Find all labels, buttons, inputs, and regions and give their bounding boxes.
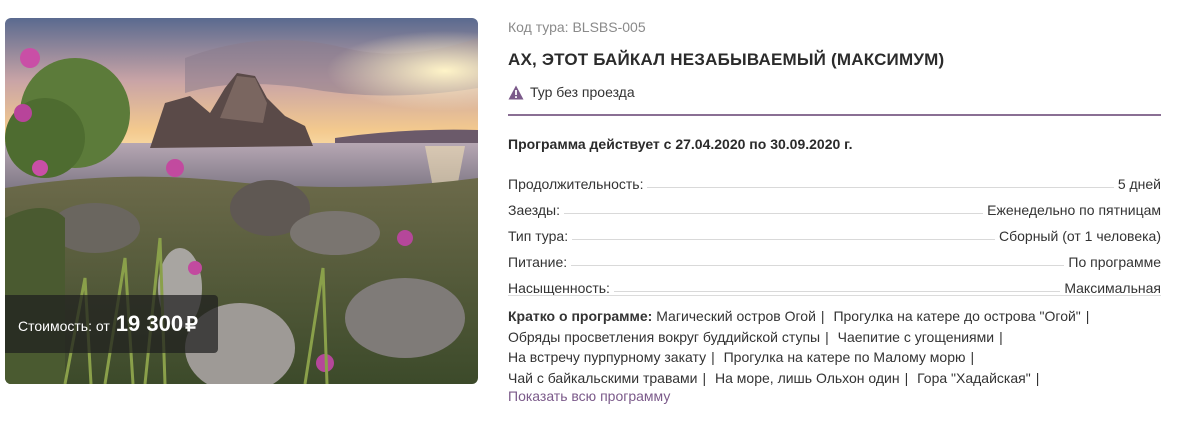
tour-photo[interactable]: Стоимость: от 19 300 ₽ — [5, 18, 478, 384]
summary-title: Кратко о программе: — [508, 308, 653, 324]
summary-separator: | — [970, 349, 975, 365]
summary-separator: | — [820, 308, 825, 324]
params-divider — [508, 295, 1161, 296]
tour-params-list: Продолжительность: 5 дней Заезды: Еженед… — [508, 166, 1161, 296]
param-row-departures: Заезды: Еженедельно по пятницам — [508, 192, 1161, 218]
dotted-leader — [563, 213, 984, 214]
dotted-leader — [613, 291, 1061, 292]
summary-separator: | — [999, 328, 1003, 345]
warning-triangle-icon — [508, 85, 524, 99]
param-row-duration: Продолжительность: 5 дней — [508, 166, 1161, 192]
param-row-tour-type: Тип тура: Сборный (от 1 человека) — [508, 218, 1161, 244]
summary-item: Прогулка на катере до острова "Огой" — [833, 308, 1081, 324]
param-row-meals: Питание: По программе — [508, 244, 1161, 270]
header-divider — [508, 114, 1161, 116]
price-label: Стоимость: от — [18, 318, 110, 334]
summary-separator: | — [1035, 369, 1040, 386]
transport-notice: Тур без проезда — [508, 84, 635, 100]
summary-separator: | — [702, 369, 707, 386]
tour-title[interactable]: АХ, ЭТОТ БАЙКАЛ НЕЗАБЫВАЕМЫЙ (МАКСИМУМ) — [508, 50, 944, 70]
param-value: 5 дней — [1117, 176, 1161, 192]
param-label: Тип тура: — [508, 228, 569, 244]
param-row-intensity: Насыщенность: Максимальная — [508, 270, 1161, 296]
param-value: Максимальная — [1064, 280, 1161, 296]
summary-item: Магический остров Огой — [656, 308, 816, 324]
summary-separator: | — [904, 369, 909, 386]
tour-code: Код тура: BLSBS-005 — [508, 19, 646, 35]
summary-item: На встречу пурпурному закату — [508, 349, 707, 365]
program-summary: Кратко о программе: Магический остров Ог… — [508, 306, 1161, 388]
param-value: Сборный (от 1 человека) — [999, 228, 1161, 244]
param-label: Заезды: — [508, 202, 560, 218]
summary-item: Обряды просветления вокруг буддийской ст… — [508, 328, 821, 345]
param-value: По программе — [1068, 254, 1161, 270]
dotted-leader — [572, 239, 995, 240]
param-label: Продолжительность: — [508, 176, 644, 192]
show-full-program-link[interactable]: Показать всю программу — [508, 388, 670, 404]
price-badge: Стоимость: от 19 300 ₽ — [5, 295, 218, 353]
param-label: Насыщенность: — [508, 280, 610, 296]
ruble-sign: ₽ — [185, 313, 198, 336]
summary-separator: | — [825, 328, 829, 345]
price-value: 19 300 — [115, 311, 184, 336]
summary-item: На море, лишь Ольхон один — [715, 369, 900, 386]
summary-separator: | — [1085, 308, 1090, 324]
notice-text: Тур без проезда — [530, 84, 635, 100]
param-label: Питание: — [508, 254, 568, 270]
summary-item: Чай с байкальскими травами — [508, 369, 698, 386]
summary-item: Гора "Хадайская" — [917, 369, 1031, 386]
summary-separator: | — [711, 349, 715, 365]
program-dates: Программа действует с 27.04.2020 по 30.0… — [508, 136, 853, 152]
dotted-leader — [571, 265, 1065, 266]
param-value: Еженедельно по пятницам — [987, 202, 1161, 218]
summary-item: Чаепитие с угощениями — [837, 328, 995, 345]
dotted-leader — [647, 187, 1114, 188]
summary-item: Прогулка на катере по Малому морю — [723, 349, 966, 365]
